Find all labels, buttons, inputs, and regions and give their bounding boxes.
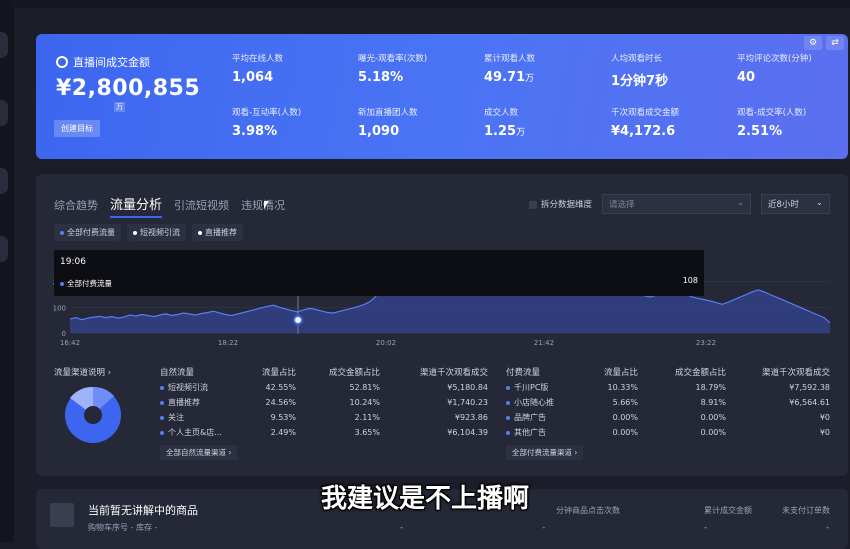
table-row[interactable]: 千川PC版 10.33% 18.79% ¥7,592.38 [506, 380, 830, 395]
tab-short-video[interactable]: 引流短视频 [174, 197, 229, 213]
settings-icon[interactable]: ⚙ [804, 36, 822, 50]
kpi-metric: 曝光-观看率(次数) 5.18% [358, 54, 428, 85]
chevron-down-icon: ⌄ [736, 198, 744, 208]
kpi-metric: 累计观看人数 49.71万 [484, 54, 536, 85]
table-header: 自然流量 流量占比 成交金额占比 渠道千次观看成交 [160, 368, 488, 378]
left-sidebar [0, 0, 14, 542]
table-header: 付费流量 流量占比 成交金额占比 渠道千次观看成交 [506, 368, 830, 378]
swap-icon[interactable]: ⇄ [826, 36, 844, 50]
paid-traffic-table: 付费流量 流量占比 成交金额占比 渠道千次观看成交 千川PC版 10.33% 1… [506, 364, 830, 460]
table-row[interactable]: 关注 9.53% 2.11% ¥923.86 [160, 410, 488, 425]
table-row[interactable]: 品牌广告 0.00% 0.00% ¥0 [506, 410, 830, 425]
mouse-cursor [264, 201, 269, 209]
tooltip-value: 108 [682, 276, 698, 285]
table-row[interactable]: 短视频引流 42.55% 52.81% ¥5,180.84 [160, 380, 488, 395]
gmv-value: ¥2,800,855 [56, 76, 201, 101]
x-tick-label: 18:22 [218, 339, 238, 347]
series-chips: 全部付费流量 短视频引流 直播推荐 [54, 224, 243, 241]
gmv-icon [56, 56, 68, 68]
dimension-checkbox[interactable]: 拆分数据维度 [528, 198, 592, 210]
chip-short-video[interactable]: 短视频引流 [127, 224, 186, 241]
channel-title[interactable]: 流量渠道说明 › [54, 366, 111, 378]
table-row[interactable]: 其他广告 0.00% 0.00% ¥0 [506, 425, 830, 440]
y-tick-label: 100 [53, 304, 66, 312]
dash-value: - [542, 523, 546, 533]
table-row[interactable]: 直播推荐 24.56% 10.24% ¥1,740.23 [160, 395, 488, 410]
chevron-down-icon: ⌄ [815, 198, 823, 208]
filter-bar: 拆分数据维度 请选择 ⌄ 近8小时 ⌄ [528, 194, 830, 214]
chip-live-recommend[interactable]: 直播推荐 [192, 224, 243, 241]
kpi-card: 直播间成交金额 ¥2,800,855 万 创建目标 ⚙ ⇄ 平均在线人数 1,0… [36, 34, 848, 159]
kpi-metric: 观看-互动率(人数) 3.98% [232, 108, 302, 139]
checkbox-icon [528, 200, 537, 209]
all-natural-channels-button[interactable]: 全部自然流量渠道 › [160, 445, 238, 460]
chevron-right-icon: › [107, 368, 112, 378]
sidebar-item[interactable] [0, 32, 8, 58]
tooltip-series: 全部付费流量 [60, 278, 112, 289]
x-axis: 16:42 18:22 20:02 21:42 23:22 [60, 339, 716, 347]
all-paid-channels-button[interactable]: 全部付费流量渠道 › [506, 445, 584, 460]
x-tick-label: 21:42 [534, 339, 554, 347]
sidebar-item[interactable] [0, 236, 8, 262]
sidebar-item[interactable] [0, 168, 8, 194]
kpi-tools: ⚙ ⇄ [804, 36, 844, 50]
kpi-metric: 人均观看时长 1分钟7秒 [611, 54, 669, 89]
kpi-metric: 千次观看成交金额 ¥4,172.6 [611, 108, 680, 139]
x-tick-label: 23:22 [696, 339, 716, 347]
y-tick-label: 0 [62, 330, 66, 338]
chip-paid-traffic[interactable]: 全部付费流量 [54, 224, 121, 241]
dash-value: - [826, 523, 830, 533]
chart-tooltip: 19:06 全部付费流量 108 [54, 250, 704, 296]
tooltip-time: 19:06 [60, 257, 86, 267]
sidebar-item[interactable] [0, 100, 8, 126]
dash-value: - [704, 523, 708, 533]
time-range-select[interactable]: 近8小时 ⌄ [761, 194, 830, 214]
natural-traffic-table: 自然流量 流量占比 成交金额占比 渠道千次观看成交 短视频引流 42.55% 5… [160, 364, 488, 460]
create-target-button[interactable]: 创建目标 [54, 120, 100, 137]
kpi-metric: 平均在线人数 1,064 [232, 54, 284, 85]
dimension-select[interactable]: 请选择 ⌄ [602, 194, 751, 214]
product-sub: 购物车序号 - 库存 - [88, 523, 158, 532]
kpi-metric: 新加直播团人数 1,090 [358, 108, 418, 139]
dash-value: - [400, 523, 404, 533]
hover-point [293, 315, 303, 325]
tab-overview[interactable]: 综合趋势 [54, 197, 98, 213]
kpi-metric: 平均评论次数(分钟) 40 [737, 54, 812, 85]
gmv-label: 直播间成交金额 [56, 54, 150, 70]
top-strip [0, 0, 850, 8]
tab-bar: 综合趋势 流量分析 引流短视频 违规情况 [54, 194, 285, 218]
table-row[interactable]: 个人主页&店... 2.49% 3.65% ¥6,104.39 [160, 425, 488, 440]
traffic-panel: 综合趋势 流量分析 引流短视频 违规情况 拆分数据维度 请选择 ⌄ 近8小时 ⌄ 全… [36, 174, 848, 476]
x-tick-label: 20:02 [376, 339, 396, 347]
donut-hole [84, 406, 102, 424]
video-subtitle: 我建议是不上播啊 [320, 484, 529, 514]
kpi-metric: 观看-成交率(人数) 2.51% [737, 108, 807, 139]
x-tick-label: 16:42 [60, 339, 80, 347]
channel-donut [65, 386, 121, 443]
kpi-metric: 成交人数 1.25万 [484, 108, 526, 139]
table-row[interactable]: 小店随心推 5.66% 8.91% ¥6,564.61 [506, 395, 830, 410]
gmv-unit: 万 [114, 102, 125, 112]
tab-traffic-analysis[interactable]: 流量分析 [110, 194, 163, 218]
